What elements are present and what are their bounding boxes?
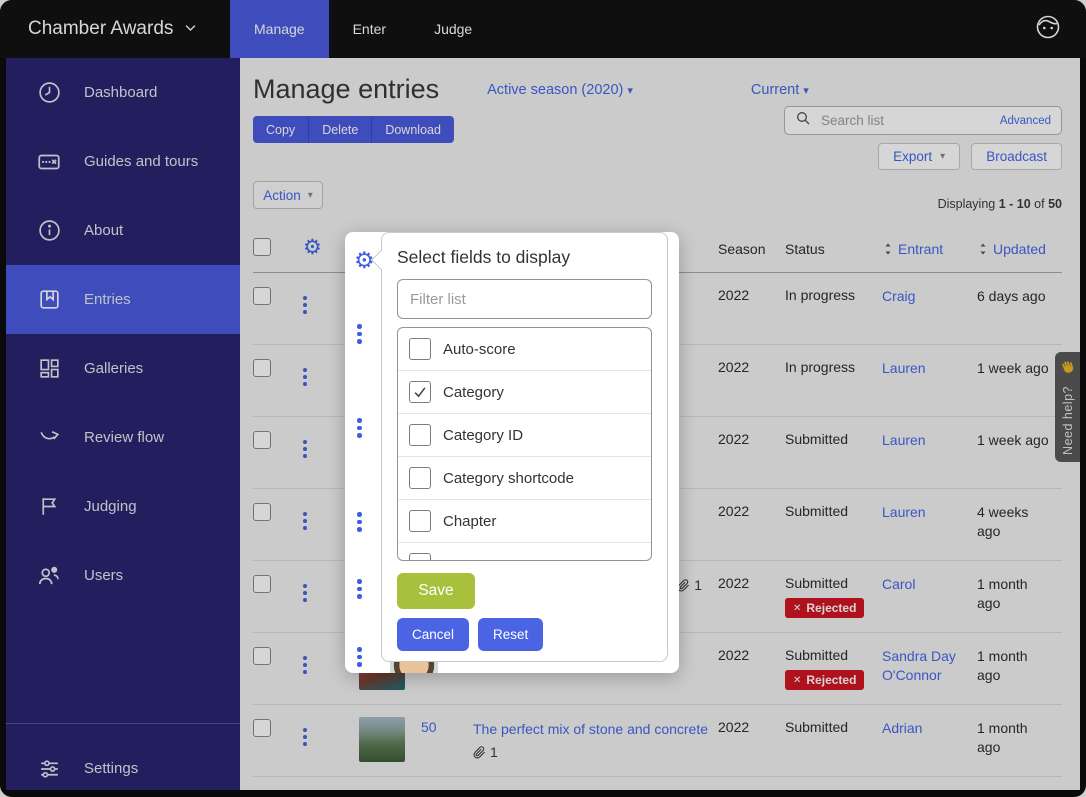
kebab-menu-icon[interactable] <box>357 647 362 667</box>
app-window: Chamber Awards Manage Enter Judge <box>0 0 1086 797</box>
kebab-menu-icon[interactable] <box>357 418 362 438</box>
checkbox[interactable] <box>409 424 431 446</box>
dialog-title: Select fields to display <box>397 247 652 268</box>
checkbox[interactable] <box>409 553 431 561</box>
field-option-category-id[interactable]: Category ID <box>398 414 651 457</box>
checkbox[interactable] <box>409 510 431 532</box>
field-option-auto-score[interactable]: Auto-score <box>398 328 651 371</box>
filter-list-input[interactable] <box>397 279 652 319</box>
field-option-chapter[interactable]: Chapter <box>398 500 651 543</box>
checkbox[interactable] <box>409 467 431 489</box>
kebab-menu-icon[interactable] <box>357 324 362 344</box>
reset-button[interactable]: Reset <box>478 618 543 651</box>
kebab-menu-icon[interactable] <box>357 579 362 599</box>
field-option-partial[interactable] <box>398 543 651 561</box>
save-button[interactable]: Save <box>397 573 475 609</box>
field-option-category-shortcode[interactable]: Category shortcode <box>398 457 651 500</box>
cancel-button[interactable]: Cancel <box>397 618 469 651</box>
select-fields-dialog: Select fields to display Auto-score Cate… <box>381 232 668 662</box>
checkbox[interactable] <box>409 381 431 403</box>
field-option-category[interactable]: Category <box>398 371 651 414</box>
checkbox[interactable] <box>409 338 431 360</box>
kebab-menu-icon[interactable] <box>357 512 362 532</box>
floating-actions-panel: ⚙ Select fields to display Auto-score Ca… <box>345 232 679 673</box>
field-list: Auto-score Category Category ID Category… <box>397 327 652 561</box>
